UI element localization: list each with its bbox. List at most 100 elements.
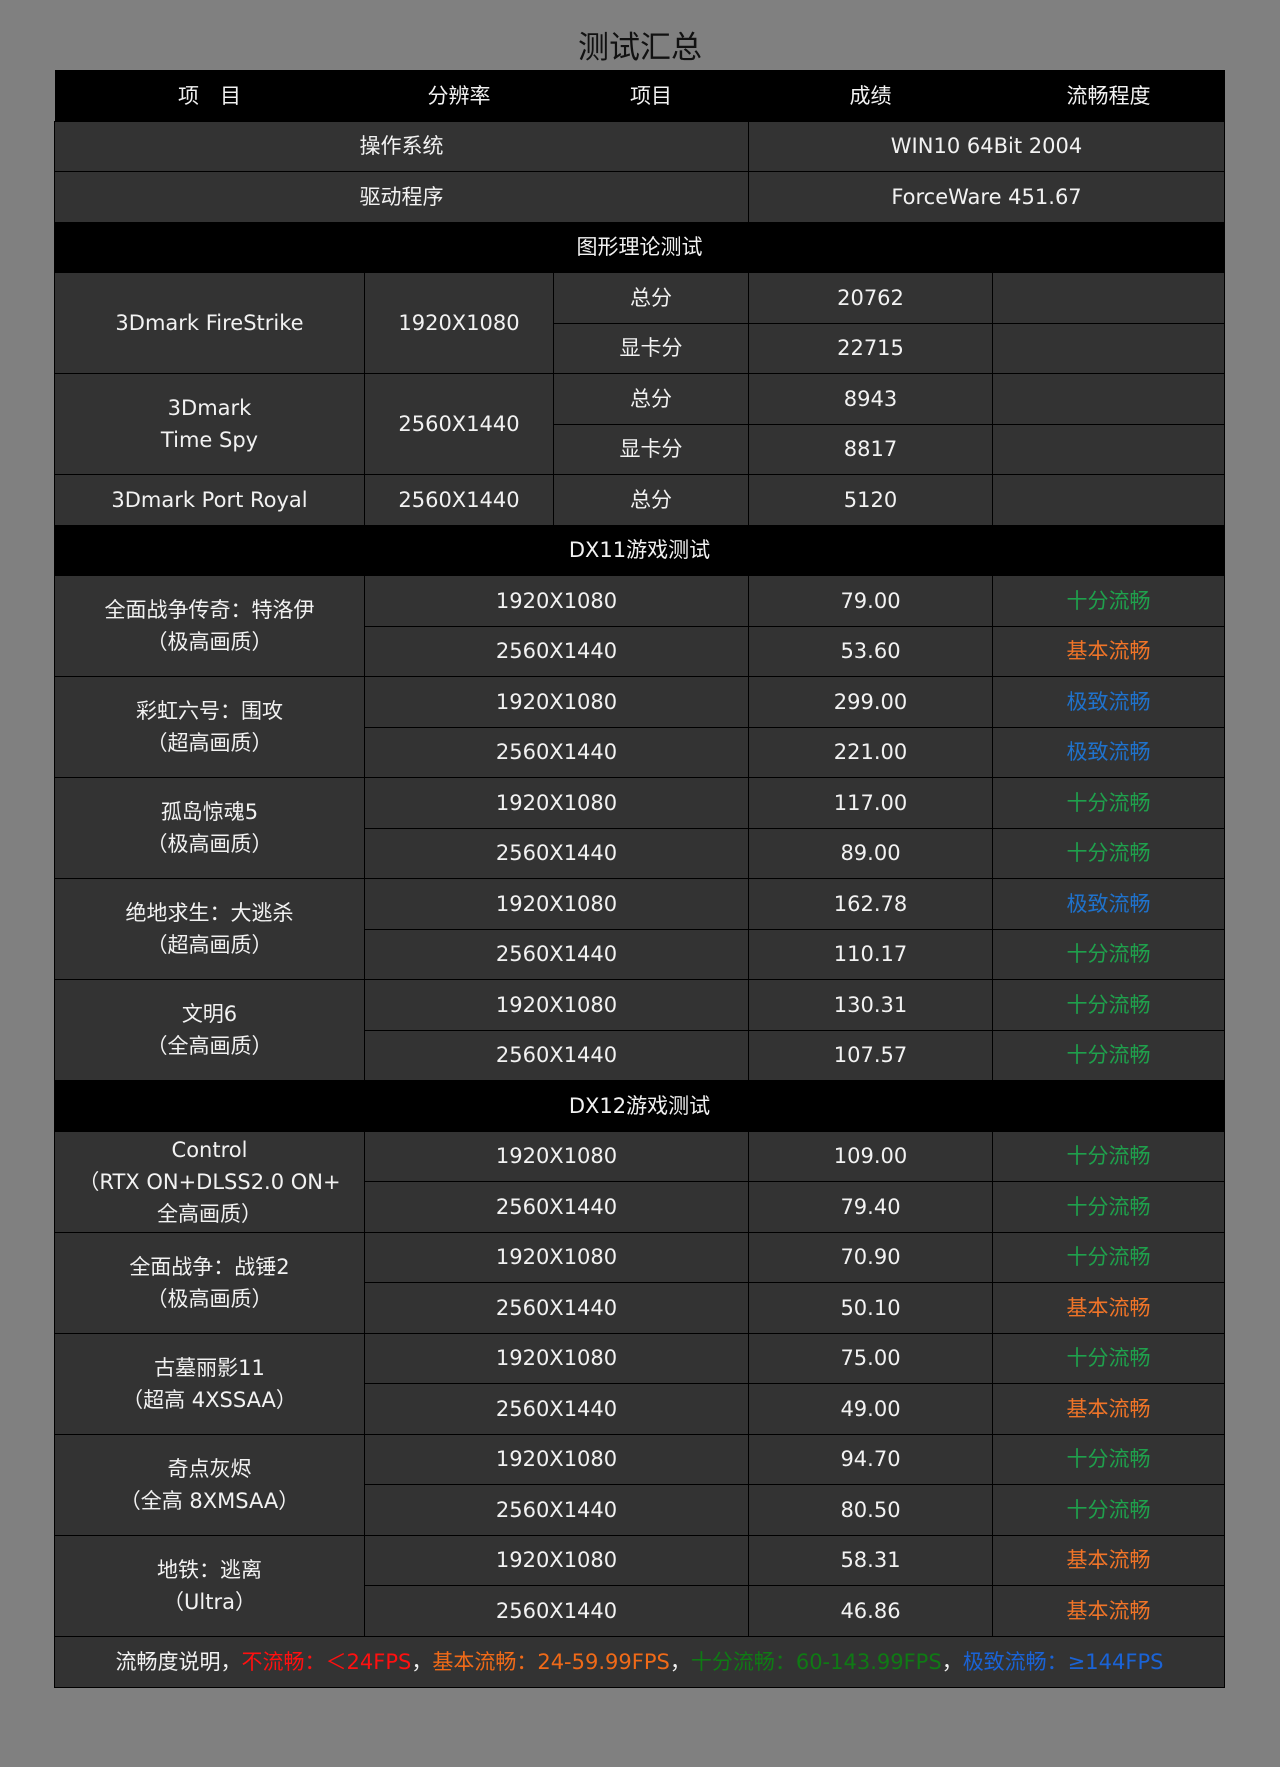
game-name-line: （全高画质） — [146, 1034, 273, 1058]
game-name: 地铁：逃离 （Ultra） — [54, 1534, 365, 1637]
resolution: 2560X1440 — [364, 625, 749, 677]
smoothness-status: 十分流畅 — [992, 827, 1225, 879]
game-name: 奇点灰烬 （全高 8XMSAA） — [54, 1433, 365, 1536]
game-name-line: Control — [171, 1137, 248, 1162]
smoothness-status: 极致流畅 — [992, 726, 1225, 778]
name-line: Time Spy — [160, 428, 259, 452]
game-name: 全面战争：战锤2 （极高画质） — [54, 1231, 365, 1334]
fps: 162.78 — [748, 878, 993, 930]
table-row: 奇点灰烬 （全高 8XMSAA） 1920X1080 94.70 十分流畅 — [54, 1433, 1225, 1536]
smoothness-status: 基本流畅 — [992, 1383, 1225, 1435]
game-name-line: （极高画质） — [146, 1286, 273, 1311]
game-name-line: （Ultra） — [163, 1589, 256, 1614]
game-name-line: （RTX ON+DLSS2.0 ON+ — [78, 1169, 341, 1194]
smoothness-status: 基本流畅 — [992, 1282, 1225, 1334]
metric-label: 总分 — [553, 373, 749, 425]
section-header-theory: 图形理论测试 — [54, 221, 1225, 273]
resolution: 1920X1080 — [364, 1534, 749, 1586]
fps: 110.17 — [748, 928, 993, 980]
header-resolution: 分辨率 — [364, 70, 554, 122]
smoothness — [992, 272, 1225, 324]
section-title: DX11游戏测试 — [54, 524, 1225, 576]
resolution: 1920X1080 — [364, 676, 749, 728]
smoothness-status: 十分流畅 — [992, 1231, 1225, 1283]
game-name-line: 绝地求生：大逃杀 — [125, 901, 294, 925]
os-row: 操作系统 WIN10 64Bit 2004 — [54, 120, 1225, 172]
game-name: 古墓丽影11 （超高 4XSSAA） — [54, 1332, 365, 1435]
smoothness-status: 极致流畅 — [992, 878, 1225, 930]
table-row: 古墓丽影11 （超高 4XSSAA） 1920X1080 75.00 十分流畅 — [54, 1332, 1225, 1435]
smoothness — [992, 423, 1225, 475]
fps: 75.00 — [748, 1332, 993, 1384]
smoothness — [992, 322, 1225, 374]
fps: 299.00 — [748, 676, 993, 728]
metric-label: 总分 — [553, 474, 749, 526]
benchmark-name: 3Dmark Port Royal — [54, 474, 365, 526]
driver-value: ForceWare 451.67 — [748, 171, 1225, 223]
game-name-line: 奇点灰烬 — [167, 1456, 252, 1481]
game-name-line: 全高画质） — [157, 1201, 262, 1226]
legend-separator: ， — [941, 1649, 963, 1674]
table-row: 地铁：逃离 （Ultra） 1920X1080 58.31 基本流畅 — [54, 1534, 1225, 1637]
header-score: 成绩 — [748, 70, 993, 122]
smoothness-status: 极致流畅 — [992, 676, 1225, 728]
results-table: 项 目 分辨率 项目 成绩 流畅程度 操作系统 WIN10 64Bit 2004… — [54, 70, 1225, 1688]
smoothness-legend: 流畅度说明，不流畅：＜24FPS，基本流畅：24-59.99FPS，十分流畅：6… — [54, 1635, 1225, 1688]
smoothness-status: 十分流畅 — [992, 777, 1225, 829]
table-row: Control （RTX ON+DLSS2.0 ON+ 全高画质） 1920X1080… — [54, 1130, 1225, 1233]
smoothness — [992, 474, 1225, 526]
game-name-line: 孤岛惊魂5 — [160, 800, 259, 824]
resolution: 2560X1440 — [364, 928, 749, 980]
resolution: 2560X1440 — [364, 1181, 749, 1233]
resolution: 1920X1080 — [364, 1130, 749, 1182]
score: 5120 — [748, 474, 993, 526]
table-row: 3Dmark Time Spy 2560X1440 总分 8943 — [54, 373, 1225, 475]
table-row: 全面战争传奇：特洛伊 （极高画质） 1920X1080 79.00 十分流畅 — [54, 575, 1225, 677]
smoothness — [992, 373, 1225, 425]
header-item: 项 目 — [54, 70, 365, 122]
table-row: 全面战争：战锤2 （极高画质） 1920X1080 70.90 十分流畅 — [54, 1231, 1225, 1334]
fps: 58.31 — [748, 1534, 993, 1586]
resolution: 2560X1440 — [364, 1383, 749, 1435]
metric-label: 显卡分 — [553, 423, 749, 475]
resolution: 2560X1440 — [364, 1585, 749, 1637]
game-name-line: （极高画质） — [146, 630, 273, 654]
game-name-line: （超高画质） — [146, 933, 273, 957]
section-title: 图形理论测试 — [54, 221, 1225, 273]
score: 8943 — [748, 373, 993, 425]
table-row: 孤岛惊魂5 （极高画质） 1920X1080 117.00 十分流畅 — [54, 777, 1225, 879]
benchmark-name: 3Dmark FireStrike — [54, 272, 365, 374]
game-name: 文明6 （全高画质） — [54, 979, 365, 1081]
smoothness-status: 十分流畅 — [992, 1130, 1225, 1182]
game-name-line: （超高画质） — [146, 731, 273, 755]
benchmark-name: 3Dmark Time Spy — [54, 373, 365, 475]
fps: 70.90 — [748, 1231, 993, 1283]
section-header-dx12: DX12游戏测试 — [54, 1080, 1225, 1132]
driver-row: 驱动程序 ForceWare 451.67 — [54, 171, 1225, 223]
resolution: 2560X1440 — [364, 474, 554, 526]
smoothness-status: 基本流畅 — [992, 625, 1225, 677]
fps: 130.31 — [748, 979, 993, 1031]
fps: 53.60 — [748, 625, 993, 677]
driver-label: 驱动程序 — [54, 171, 749, 223]
game-name: Control （RTX ON+DLSS2.0 ON+ 全高画质） — [54, 1130, 365, 1233]
score: 22715 — [748, 322, 993, 374]
legend-prefix: 流畅度说明， — [115, 1649, 242, 1674]
legend-item: 基本流畅：24-59.99FPS — [432, 1649, 670, 1674]
smoothness-status: 十分流畅 — [992, 1484, 1225, 1536]
score: 20762 — [748, 272, 993, 324]
game-name: 彩虹六号：围攻 （超高画质） — [54, 676, 365, 778]
resolution: 2560X1440 — [364, 373, 554, 475]
fps: 50.10 — [748, 1282, 993, 1334]
resolution: 2560X1440 — [364, 1029, 749, 1081]
smoothness-status: 十分流畅 — [992, 979, 1225, 1031]
resolution: 1920X1080 — [364, 1231, 749, 1283]
fps: 46.86 — [748, 1585, 993, 1637]
section-header-dx11: DX11游戏测试 — [54, 524, 1225, 576]
legend-item: 不流畅：＜24FPS — [241, 1649, 412, 1674]
game-name-line: 全面战争传奇：特洛伊 — [104, 598, 315, 622]
smoothness-status: 基本流畅 — [992, 1585, 1225, 1637]
os-label: 操作系统 — [54, 120, 749, 172]
name-line: 3Dmark — [167, 396, 252, 420]
table-row: 3Dmark Port Royal 2560X1440 总分 5120 — [54, 474, 1225, 526]
